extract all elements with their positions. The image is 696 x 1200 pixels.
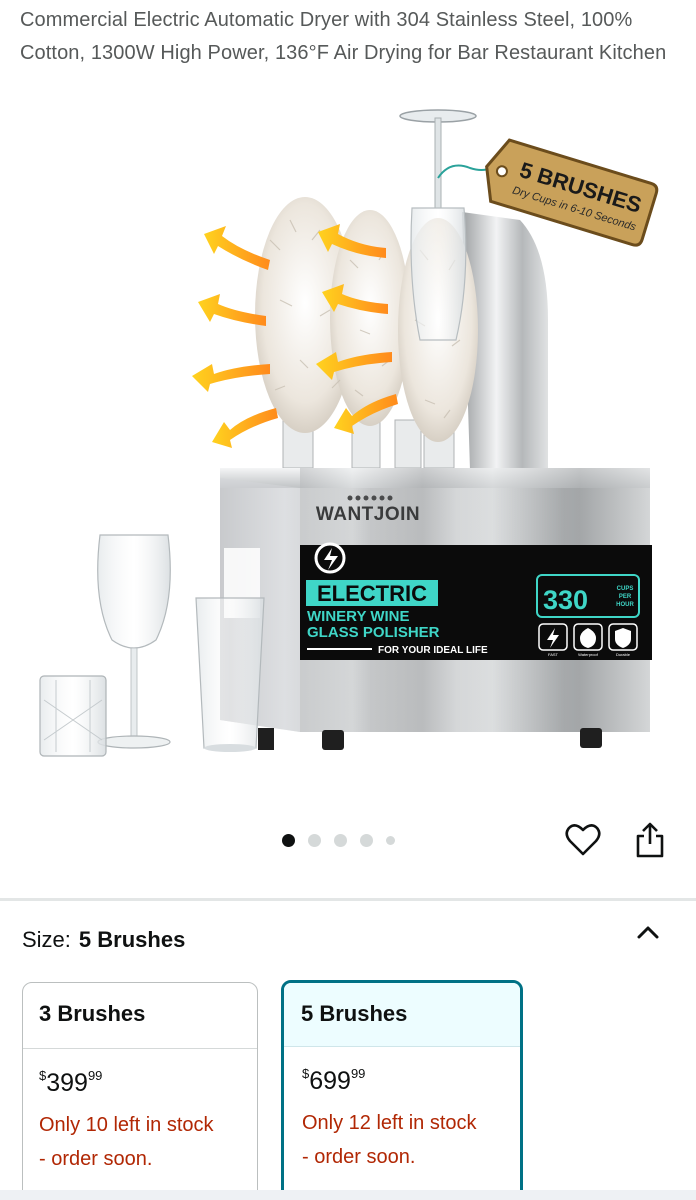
size-option-5-brushes[interactable]: 5 Brushes $69999 Only 12 left in stock -…: [281, 980, 523, 1200]
size-selected-value: 5 Brushes: [78, 927, 186, 952]
option-price: $69999: [302, 1066, 504, 1096]
product-image-graphic: 5 BRUSHES Dry Cups in 6-10 Seconds WANTJ…: [39, 109, 659, 757]
capacity-number: 330: [543, 585, 588, 615]
stock-line-1: Only 12 left in stock: [302, 1112, 477, 1134]
badge-1: FAST: [548, 652, 559, 657]
share-icon[interactable]: [630, 820, 670, 860]
panel-line-1: ELECTRIC: [317, 581, 427, 606]
size-option-3-brushes[interactable]: 3 Brushes $39999 Only 10 left in stock -…: [22, 982, 258, 1200]
capacity-unit-2: PER: [619, 594, 632, 600]
product-page: Commercial Electric Automatic Dryer with…: [0, 0, 696, 1200]
brand-logo: WANTJOIN: [316, 504, 420, 525]
price-whole: 399: [46, 1069, 88, 1097]
panel-line-3: GLASS POLISHER: [307, 624, 440, 641]
stock-line-2: - order soon.: [39, 1148, 153, 1170]
option-name: 5 Brushes: [284, 983, 520, 1047]
size-selector-label: Size: 5 Brushes: [22, 924, 185, 956]
price-fraction: 99: [350, 1066, 366, 1081]
stock-line-1: Only 10 left in stock: [39, 1114, 214, 1136]
carousel-dot[interactable]: [334, 833, 347, 847]
option-name: 3 Brushes: [23, 983, 257, 1049]
section-divider: [0, 898, 696, 901]
badge-3: Durable: [616, 652, 631, 657]
product-panel: ELECTRIC WINERY WINE GLASS POLISHER FOR …: [300, 542, 652, 660]
carousel-dot[interactable]: [282, 833, 295, 847]
product-title: Commercial Electric Automatic Dryer with…: [20, 9, 667, 64]
capacity-unit-3: HOUR: [616, 602, 634, 608]
stock-line-2: - order soon.: [302, 1146, 416, 1168]
stock-status: Only 10 left in stock - order soon.: [39, 1108, 241, 1176]
product-image[interactable]: 5 BRUSHES Dry Cups in 6-10 Seconds WANTJ…: [0, 100, 696, 790]
capacity-unit-1: CUPS: [617, 586, 634, 592]
stock-status: Only 12 left in stock - order soon.: [302, 1106, 504, 1174]
option-price: $39999: [39, 1068, 241, 1098]
size-label: Size:: [22, 927, 71, 952]
carousel-dot[interactable]: [360, 833, 373, 847]
price-currency: $: [302, 1066, 310, 1081]
chevron-up-icon[interactable]: [632, 916, 664, 948]
bottom-bar: [0, 1190, 696, 1200]
image-carousel-dots[interactable]: [282, 830, 395, 850]
price-whole: 699: [309, 1067, 351, 1095]
price-fraction: 99: [87, 1068, 103, 1083]
carousel-dot[interactable]: [386, 835, 395, 845]
badge-2: Waterproof: [578, 652, 599, 657]
price-currency: $: [39, 1068, 47, 1083]
heart-icon[interactable]: [563, 820, 603, 860]
panel-tagline: FOR YOUR IDEAL LIFE: [378, 645, 488, 656]
panel-line-2: WINERY WINE: [307, 608, 410, 625]
carousel-dot[interactable]: [308, 833, 321, 847]
